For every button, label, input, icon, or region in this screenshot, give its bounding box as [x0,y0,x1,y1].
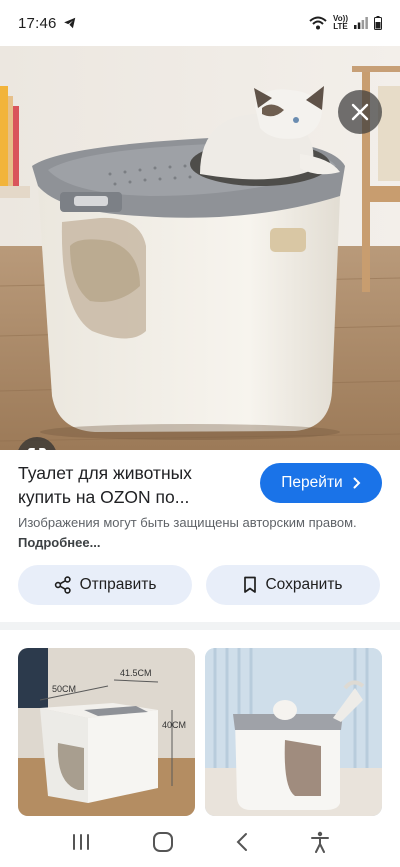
back-icon[interactable] [235,832,249,852]
status-time: 17:46 [18,14,57,32]
related-photo-dimensions: 50CM 41.5CM 40CM [18,648,195,816]
save-button[interactable]: Сохранить [206,565,380,605]
main-image[interactable] [0,46,400,450]
save-label: Сохранить [265,576,343,593]
related-image-1[interactable]: 50CM 41.5CM 40CM [18,648,195,816]
close-button[interactable] [338,90,382,134]
more-info-link[interactable]: Подробнее... [18,535,100,550]
recent-apps-icon[interactable] [71,833,91,851]
close-icon [351,103,369,121]
bookmark-icon [244,576,257,593]
result-header: Туалет для животных купить на OZON по...… [18,461,384,511]
chevron-right-icon [353,477,361,489]
share-icon [54,576,71,594]
dim-depth: 50CM [52,684,76,694]
lens-icon [28,448,46,450]
system-nav-bar [0,817,400,867]
visit-button[interactable]: Перейти [260,463,382,503]
related-photo-cat-box [205,648,382,816]
signal-icon [354,17,368,29]
network-bottom: LTE [333,22,348,31]
battery-icon [374,16,382,30]
visit-button-label: Перейти [281,474,343,491]
accessibility-icon[interactable] [310,831,330,853]
status-bar: 17:46 Vo)) LTE [0,0,400,46]
telegram-icon [63,17,75,29]
dim-height: 40CM [162,720,186,730]
related-image-2[interactable] [205,648,382,816]
share-button[interactable]: Отправить [18,565,192,605]
share-label: Отправить [79,576,157,593]
copyright-notice: Изображения могут быть защищены авторски… [18,513,378,552]
result-title[interactable]: Туалет для животных купить на OZON по... [18,461,243,509]
network-label: Vo)) LTE [333,15,348,31]
section-divider [0,622,400,630]
dim-width: 41.5CM [120,668,152,678]
copyright-text: Изображения могут быть защищены авторски… [18,515,357,530]
status-icons: Vo)) LTE [309,15,382,31]
home-icon[interactable] [152,831,174,853]
wifi-icon [309,16,327,30]
